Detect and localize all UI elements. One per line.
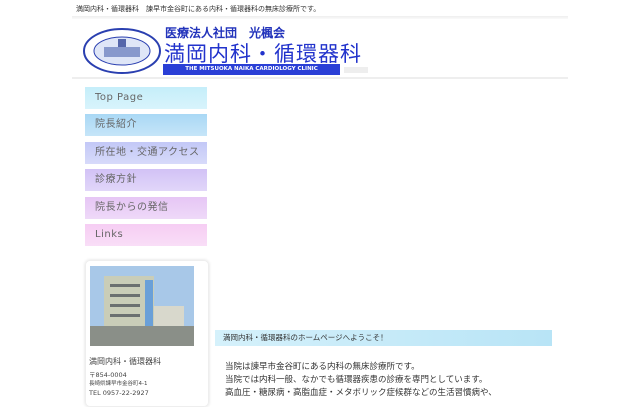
decor-bar [344,67,368,73]
nav-label: 院長からの発信 [95,202,169,213]
sidebar-tel: TEL 0957-22-2927 [89,389,149,397]
nav-top-page[interactable]: Top Page [85,87,207,109]
divider [72,16,568,19]
intro-paragraph: 当院は諫早市金谷町にある内科の無床診療所です。 [225,362,420,372]
divider [72,77,568,79]
sidebar-address: 長崎県諫早市金谷町4-1 [89,381,148,387]
clinic-building-photo [90,266,194,346]
nav-messages[interactable]: 院長からの発信 [85,197,207,219]
nav-label: 所在地・交通アクセス [95,147,200,158]
site-tagline: 満岡内科・循環器科 諫早市金谷町にある内科・循環器科の無床診療所です。 [76,5,321,13]
clinic-logo[interactable] [82,27,162,75]
nav-label: 院長紹介 [95,119,137,130]
nav-access[interactable]: 所在地・交通アクセス [85,142,207,164]
nav-director[interactable]: 院長紹介 [85,114,207,136]
english-name-bar: THE MITSUOKA NAIKA CARDIOLOGY CLINIC [163,64,340,75]
nav-label: Links [95,229,124,240]
sidebar-postal: 〒854-0004 [89,371,127,379]
intro-paragraph: 高血圧・糖尿病・高脂血症・メタボリック症候群などの生活習慣病や、 [225,388,497,398]
sidebar-clinic-name: 満岡内科・循環器科 [89,357,161,366]
nav-links[interactable]: Links [85,224,207,246]
welcome-heading: 満岡内科・循環器科のホームページへようこそ！ [215,330,552,346]
intro-paragraph: 当院では内科一般、なかでも循環器疾患の診療を専門としています。 [225,375,488,385]
nav-policy[interactable]: 診療方針 [85,169,207,191]
nav-label: Top Page [95,92,144,103]
nav-label: 診療方針 [95,174,137,185]
